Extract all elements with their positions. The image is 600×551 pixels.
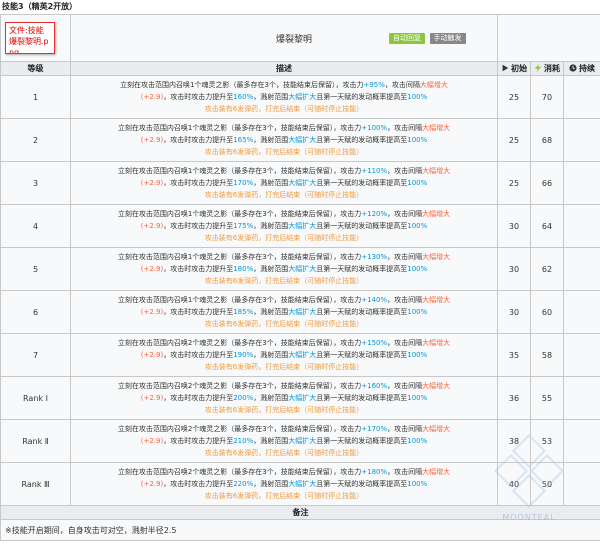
- level-cell: 6: [0, 290, 71, 334]
- tag-manual-trigger: 手动触发: [429, 33, 466, 44]
- description-cell: 立刻在攻击范围内召唤2个魂灵之影（最多存在3个，技能结束后保留），攻击力+180…: [70, 462, 498, 506]
- description-cell: 立刻在攻击范围内召唤1个魂灵之影（最多存在3个，技能结束后保留），攻击力+100…: [70, 118, 498, 162]
- level-cell: Rank Ⅰ: [0, 376, 71, 420]
- sp-cost-cell: 62: [530, 247, 564, 291]
- duration-cell: [562, 75, 600, 119]
- skill-table: 文件:技能 爆裂黎明.png 爆裂黎明 自动回复 手动触发 等级 描述 初始 消…: [0, 14, 600, 541]
- level-cell: 4: [0, 204, 71, 248]
- initial-sp-cell: 25: [497, 161, 531, 205]
- skill-level-row: 5 立刻在攻击范围内召唤1个魂灵之影（最多存在3个，技能结束后保留），攻击力+13…: [0, 247, 600, 291]
- skill-level-row: 6 立刻在攻击范围内召唤1个魂灵之影（最多存在3个，技能结束后保留），攻击力+14…: [0, 290, 600, 334]
- description-cell: 立刻在攻击范围内召唤1个魂灵之影（最多存在3个，技能结束后保留），攻击力+120…: [70, 204, 498, 248]
- skill-level-row: 3 立刻在攻击范围内召唤1个魂灵之影（最多存在3个，技能结束后保留），攻击力+11…: [0, 161, 600, 205]
- duration-cell: [562, 419, 600, 463]
- notes-row: ※技能开启期间，自身攻击可对空，溅射半径2.5: [0, 519, 600, 541]
- initial-sp-cell: 30: [497, 247, 531, 291]
- description-cell: 立刻在攻击范围内召唤1个魂灵之影（最多存在3个，技能结束后保留），攻击力+95%…: [70, 75, 498, 119]
- skill-tags: 自动回复 手动触发: [389, 14, 600, 62]
- sp-cost-cell: 60: [530, 290, 564, 334]
- initial-sp-cell: 25: [497, 75, 531, 119]
- description-cell: 立刻在攻击范围内召唤2个魂灵之影（最多存在3个，技能结束后保留），攻击力+150…: [70, 333, 498, 377]
- skill-name-text: 爆裂黎明: [275, 34, 312, 45]
- description-cell: 立刻在攻击范围内召唤2个魂灵之影（最多存在3个，技能结束后保留），攻击力+160…: [70, 376, 498, 420]
- col-cost: 消耗: [530, 61, 564, 76]
- initial-sp-cell: 36: [497, 376, 531, 420]
- level-cell: 5: [0, 247, 71, 291]
- duration-cell: [562, 204, 600, 248]
- col-level: 等级: [0, 61, 71, 76]
- level-cell: 3: [0, 161, 71, 205]
- tag-auto-recovery: 自动回复: [389, 33, 425, 44]
- sp-cost-cell: 50: [530, 462, 564, 506]
- initial-sp-cell: 38: [497, 419, 531, 463]
- duration-cell: [562, 118, 600, 162]
- skill-level-row: Rank Ⅲ 立刻在攻击范围内召唤2个魂灵之影（最多存在3个，技能结束后保留），攻…: [0, 462, 600, 506]
- sp-cost-cell: 70: [530, 75, 564, 119]
- description-cell: 立刻在攻击范围内召唤1个魂灵之影（最多存在3个，技能结束后保留），攻击力+130…: [70, 247, 498, 291]
- initial-sp-cell: 35: [497, 333, 531, 377]
- skill-icon-cell: 文件:技能 爆裂黎明.png: [0, 14, 71, 62]
- level-cell: Rank Ⅲ: [0, 462, 71, 506]
- initial-sp-cell: 25: [497, 118, 531, 162]
- level-cell: 7: [0, 333, 71, 377]
- skill-level-row: Rank Ⅱ 立刻在攻击范围内召唤2个魂灵之影（最多存在3个，技能结束后保留），攻…: [0, 419, 600, 463]
- skill-level-row: 4 立刻在攻击范围内召唤1个魂灵之影（最多存在3个，技能结束后保留），攻击力+12…: [0, 204, 600, 248]
- duration-cell: [562, 161, 600, 205]
- initial-sp-cell: 30: [497, 204, 531, 248]
- duration-cell: [562, 290, 600, 334]
- col-initial: 初始: [497, 61, 531, 76]
- duration-cell: [562, 333, 600, 377]
- skill-icon-link[interactable]: 文件:技能 爆裂黎明.png: [5, 22, 55, 54]
- duration-cell: [562, 247, 600, 291]
- initial-sp-cell: 40: [497, 462, 531, 506]
- skill-level-row: Rank Ⅰ 立刻在攻击范围内召唤2个魂灵之影（最多存在3个，技能结束后保留），攻…: [0, 376, 600, 420]
- sp-cost-cell: 64: [530, 204, 564, 248]
- sp-cost-cell: 68: [530, 118, 564, 162]
- skill-level-rows: 1 立刻在攻击范围内召唤1个魂灵之影（最多存在3个，技能结束后保留），攻击力+95…: [0, 75, 600, 506]
- skill-level-row: 1 立刻在攻击范围内召唤1个魂灵之影（最多存在3个，技能结束后保留），攻击力+95…: [0, 75, 600, 119]
- column-header-row: 等级 描述 初始 消耗 持续: [0, 61, 600, 76]
- description-cell: 立刻在攻击范围内召唤1个魂灵之影（最多存在3个，技能结束后保留），攻击力+110…: [70, 161, 498, 205]
- section-title: 技能3（精英2开放）: [2, 2, 78, 11]
- play-triangle-icon: [502, 64, 509, 72]
- lightning-bolt-icon: [534, 64, 542, 72]
- skill-header-row: 文件:技能 爆裂黎明.png 爆裂黎明 自动回复 手动触发: [0, 14, 600, 62]
- watermark-text: MOONTEAL: [502, 513, 556, 522]
- description-cell: 立刻在攻击范围内召唤2个魂灵之影（最多存在3个，技能结束后保留），攻击力+170…: [70, 419, 498, 463]
- sp-cost-cell: 58: [530, 333, 564, 377]
- skill-level-row: 2 立刻在攻击范围内召唤1个魂灵之影（最多存在3个，技能结束后保留），攻击力+10…: [0, 118, 600, 162]
- skill-level-row: 7 立刻在攻击范围内召唤2个魂灵之影（最多存在3个，技能结束后保留），攻击力+15…: [0, 333, 600, 377]
- col-duration: 持续: [562, 61, 600, 76]
- sp-cost-cell: 53: [530, 419, 564, 463]
- duration-cell: [562, 462, 600, 506]
- sp-cost-cell: 55: [530, 376, 564, 420]
- col-description: 描述: [70, 61, 498, 76]
- level-cell: 2: [0, 118, 71, 162]
- description-cell: 立刻在攻击范围内召唤1个魂灵之影（最多存在3个，技能结束后保留），攻击力+140…: [70, 290, 498, 334]
- duration-cell: [562, 376, 600, 420]
- initial-sp-cell: 30: [497, 290, 531, 334]
- level-cell: 1: [0, 75, 71, 119]
- clock-icon: [569, 64, 577, 72]
- level-cell: Rank Ⅱ: [0, 419, 71, 463]
- sp-cost-cell: 66: [530, 161, 564, 205]
- notes-text: ※技能开启期间，自身攻击可对空，溅射半径2.5: [0, 519, 600, 541]
